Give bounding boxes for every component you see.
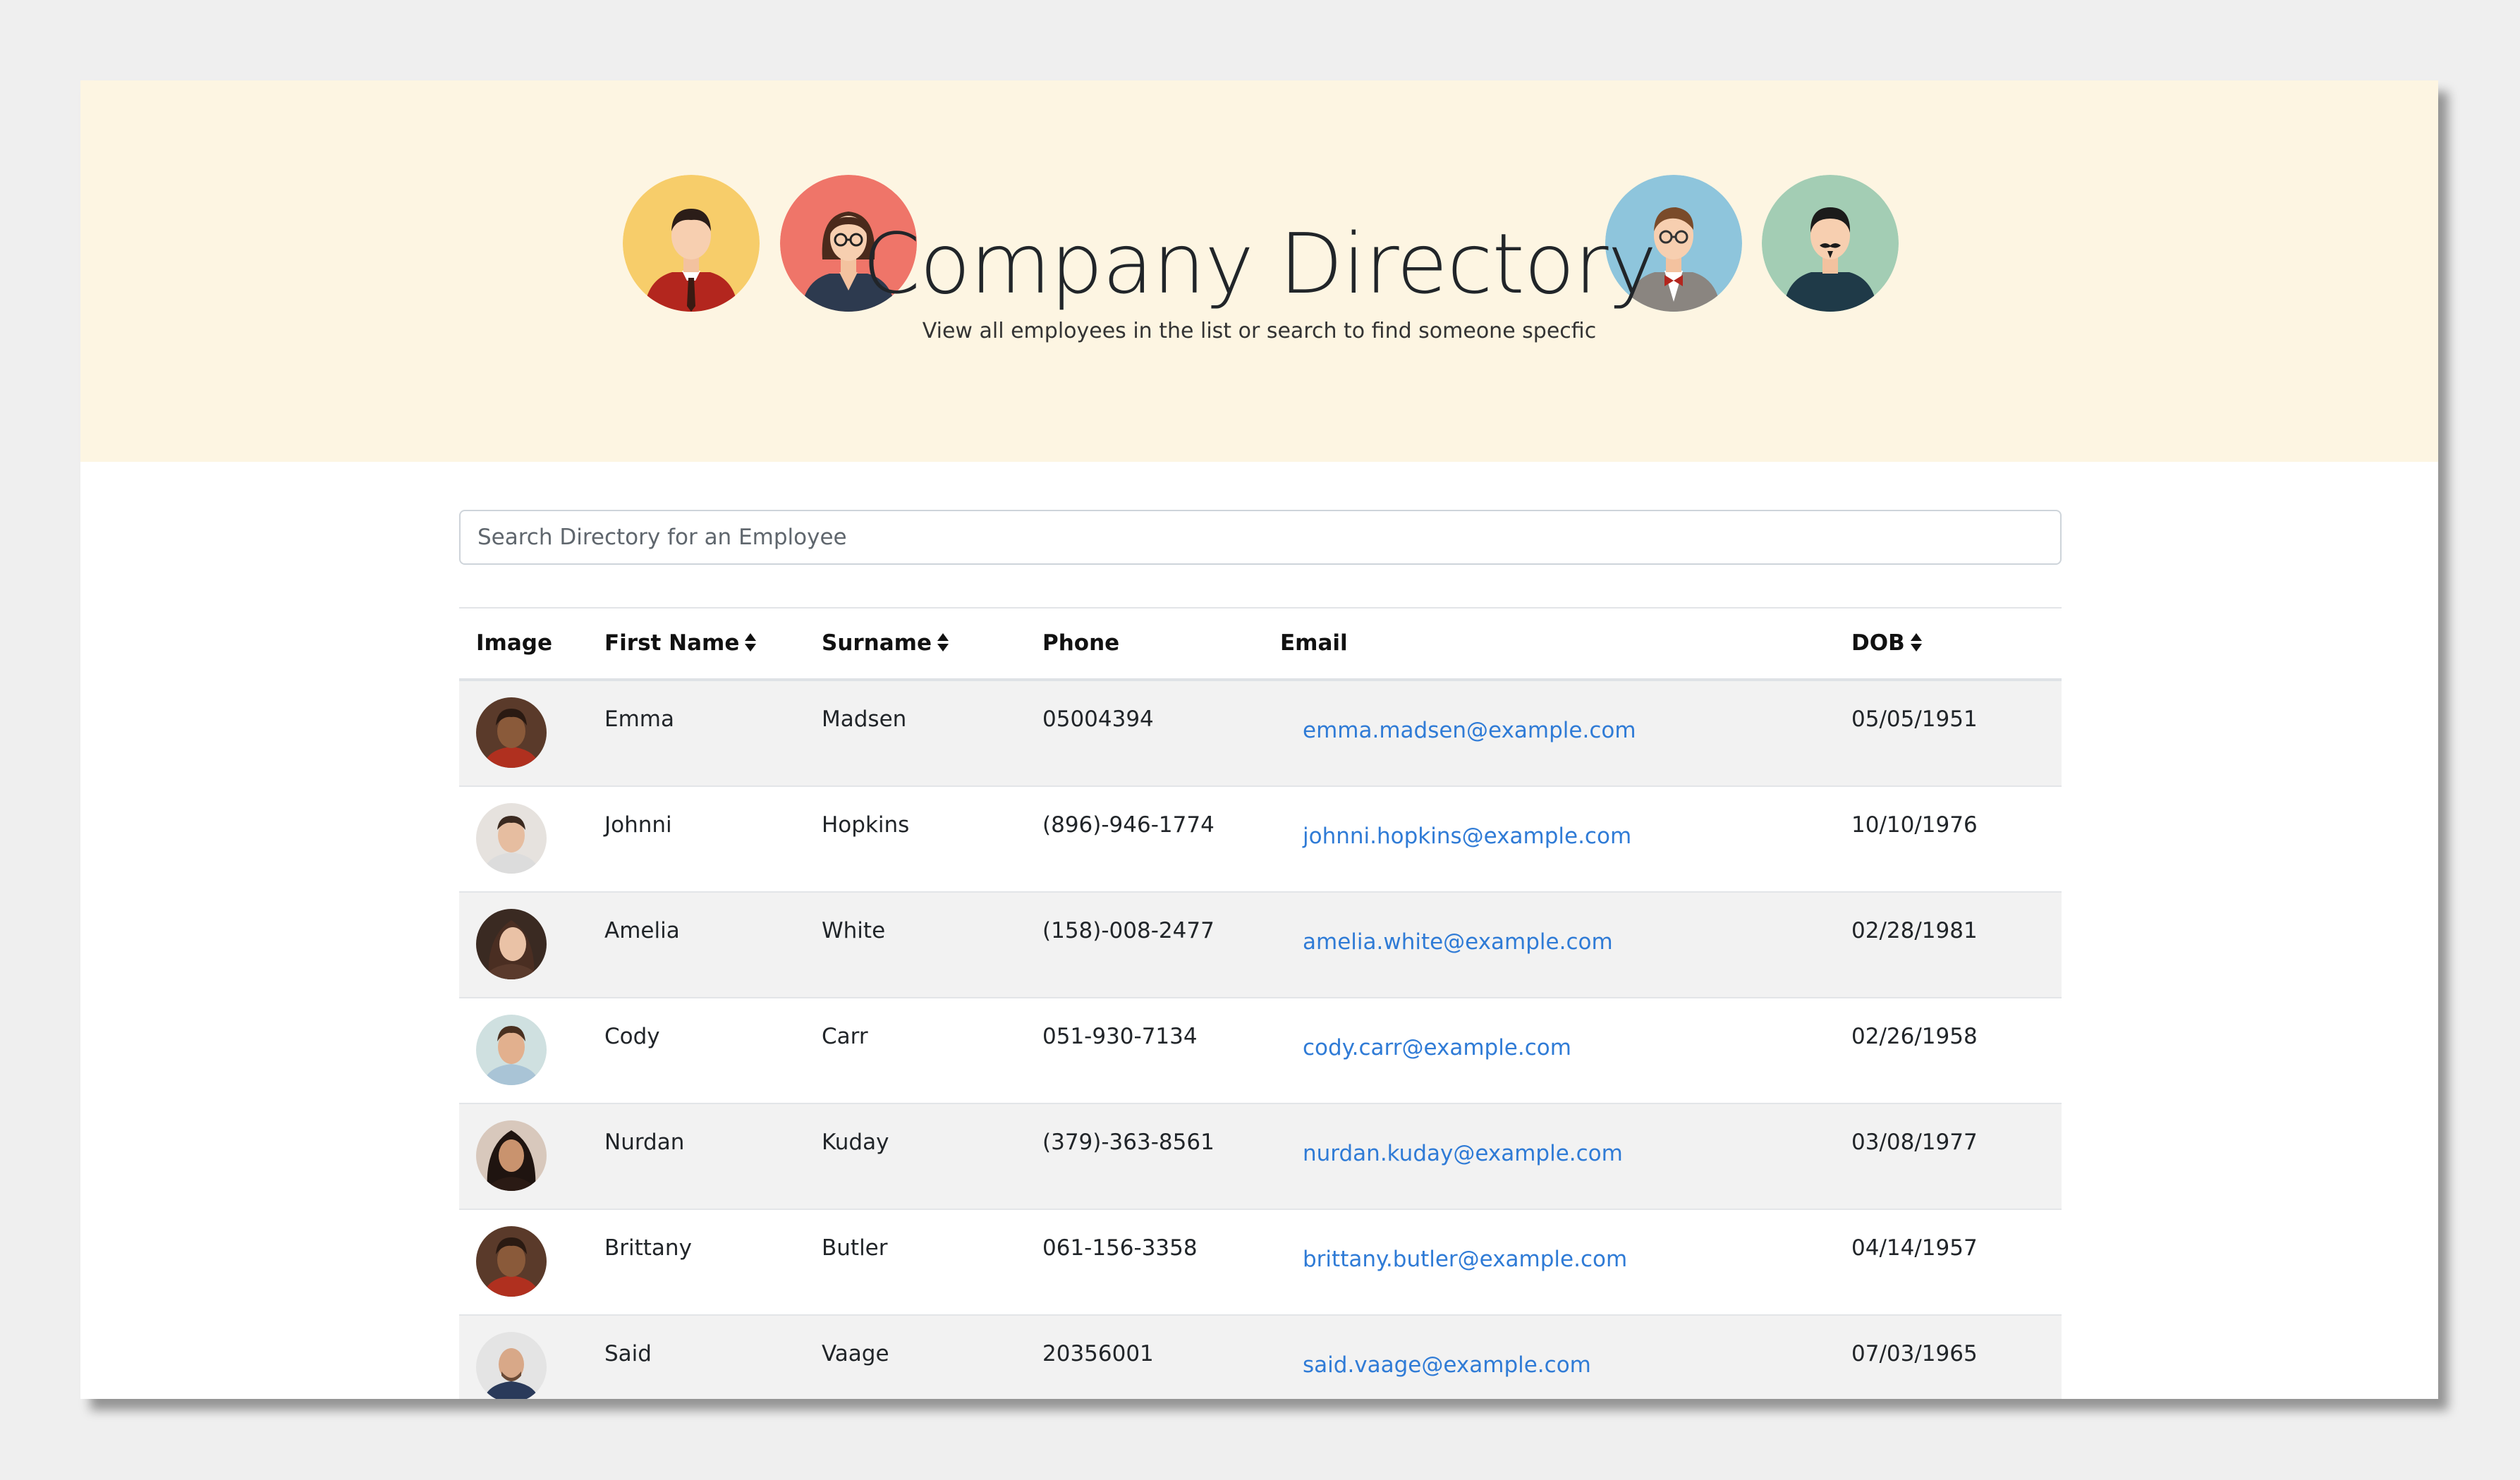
table-row: Brittany Butler 061-156-3358 brittany.bu…	[459, 1210, 2062, 1316]
employee-photo	[476, 1120, 547, 1191]
surname-cell: Madsen	[822, 707, 907, 732]
table-body: Emma Madsen 05004394 emma.madsen@example…	[459, 681, 2062, 1399]
dob-cell: 04/14/1957	[1851, 1235, 1978, 1261]
employee-photo	[476, 909, 547, 979]
employee-photo	[476, 1226, 547, 1297]
first-name-cell: Cody	[604, 1024, 660, 1049]
table-row: Nurdan Kuday (379)-363-8561 nurdan.kuday…	[459, 1104, 2062, 1210]
table-row: Said Vaage 20356001 said.vaage@example.c…	[459, 1316, 2062, 1399]
column-header-label: Image	[476, 630, 552, 656]
phone-cell: 051-930-7134	[1042, 1024, 1198, 1049]
surname-cell: White	[822, 918, 886, 943]
page-title: Company Directory	[80, 214, 2438, 313]
first-name-cell: Johnni	[604, 812, 672, 838]
column-header-label: Phone	[1042, 630, 1120, 656]
search-input[interactable]	[459, 510, 2062, 565]
phone-cell: 20356001	[1042, 1341, 1154, 1366]
page-subtitle: View all employees in the list or search…	[922, 319, 1597, 343]
first-name-cell: Said	[604, 1341, 652, 1366]
column-header-dob[interactable]: DOB	[1851, 608, 1923, 678]
email-link[interactable]: nurdan.kuday@example.com	[1303, 1139, 1623, 1168]
surname-cell: Kuday	[822, 1130, 889, 1155]
column-header-label: First Name	[604, 630, 740, 656]
dob-cell: 02/28/1981	[1851, 918, 1978, 943]
column-header-phone: Phone	[1042, 608, 1119, 678]
column-header-surname[interactable]: Surname	[822, 608, 949, 678]
dob-cell: 02/26/1958	[1851, 1024, 1978, 1049]
app-window: Company Directory View all employees in …	[80, 80, 2438, 1399]
table-row: Emma Madsen 05004394 emma.madsen@example…	[459, 681, 2062, 787]
column-header-label: Surname	[822, 630, 932, 656]
employee-photo	[476, 697, 547, 768]
sort-icon[interactable]	[937, 632, 949, 652]
surname-cell: Butler	[822, 1235, 888, 1261]
email-link[interactable]: emma.madsen@example.com	[1303, 716, 1636, 745]
phone-cell: 061-156-3358	[1042, 1235, 1198, 1261]
table-row: Amelia White (158)-008-2477 amelia.white…	[459, 893, 2062, 998]
surname-cell: Vaage	[822, 1341, 889, 1366]
email-link[interactable]: cody.carr@example.com	[1303, 1034, 1571, 1062]
column-header-label: Email	[1280, 630, 1348, 656]
sort-icon[interactable]	[744, 632, 757, 652]
page-title-text: Company Directory	[862, 215, 1657, 312]
surname-cell: Hopkins	[822, 812, 910, 838]
phone-cell: (379)-363-8561	[1042, 1130, 1215, 1155]
sort-icon[interactable]	[1910, 632, 1923, 652]
column-header-first-name[interactable]: First Name	[604, 608, 757, 678]
table-row: Johnni Hopkins (896)-946-1774 johnni.hop…	[459, 787, 2062, 893]
email-link[interactable]: brittany.butler@example.com	[1303, 1245, 1627, 1273]
header-banner: Company Directory View all employees in …	[80, 80, 2438, 462]
dob-cell: 10/10/1976	[1851, 812, 1978, 838]
table-row: Cody Carr 051-930-7134 cody.carr@example…	[459, 998, 2062, 1104]
employee-table: Image First Name Surname Phone Email DOB	[459, 607, 2062, 1399]
employee-photo	[476, 1015, 547, 1085]
first-name-cell: Amelia	[604, 918, 680, 943]
column-header-image: Image	[476, 608, 552, 678]
first-name-cell: Nurdan	[604, 1130, 685, 1155]
email-link[interactable]: said.vaage@example.com	[1303, 1351, 1591, 1379]
table-header: Image First Name Surname Phone Email DOB	[459, 608, 2062, 681]
email-link[interactable]: johnni.hopkins@example.com	[1303, 822, 1631, 850]
dob-cell: 07/03/1965	[1851, 1341, 1978, 1366]
column-header-label: DOB	[1851, 630, 1905, 656]
employee-photo	[476, 803, 547, 874]
phone-cell: (158)-008-2477	[1042, 918, 1215, 943]
column-header-email: Email	[1280, 608, 1348, 678]
first-name-cell: Brittany	[604, 1235, 692, 1261]
phone-cell: (896)-946-1774	[1042, 812, 1215, 838]
phone-cell: 05004394	[1042, 707, 1154, 732]
email-link[interactable]: amelia.white@example.com	[1303, 928, 1613, 956]
surname-cell: Carr	[822, 1024, 868, 1049]
dob-cell: 03/08/1977	[1851, 1130, 1978, 1155]
employee-photo	[476, 1332, 547, 1399]
first-name-cell: Emma	[604, 707, 674, 732]
dob-cell: 05/05/1951	[1851, 707, 1978, 732]
